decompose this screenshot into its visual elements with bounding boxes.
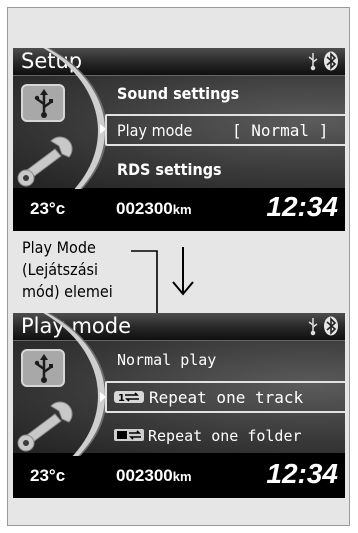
menu-item-repeat-track-row[interactable]: 1 Repeat one track [105,381,345,413]
odometer-value: 002300 [116,466,173,485]
status-bar: 23°c 002300km 12:34 [13,456,345,498]
usb-icon [34,354,53,383]
svg-text:1: 1 [118,393,125,404]
usb-status-icon [308,318,318,336]
usb-source-tile [21,349,65,387]
repeat-track-icon: 1 [114,391,144,404]
down-arrow-icon [172,247,194,296]
menu-item-normal-play[interactable]: Normal play [117,351,216,369]
menu-area: Normal play 1 Repeat one track Repeat on… [13,313,345,498]
repeat-folder-icon [114,429,144,441]
menu-item-repeat-folder[interactable]: Repeat one folder [148,427,302,445]
bluetooth-icon [324,316,338,336]
odometer: 002300km [116,466,192,486]
temperature: 23°c [30,466,66,485]
clock: 12:34 [266,458,338,489]
wrench-icon [17,401,73,452]
status-icons [306,316,340,341]
menu-item-repeat-track: Repeat one track [149,388,304,407]
play-mode-screen: Play mode Normal play 1 Repeat one track… [13,313,345,498]
odometer-unit: km [172,469,192,484]
